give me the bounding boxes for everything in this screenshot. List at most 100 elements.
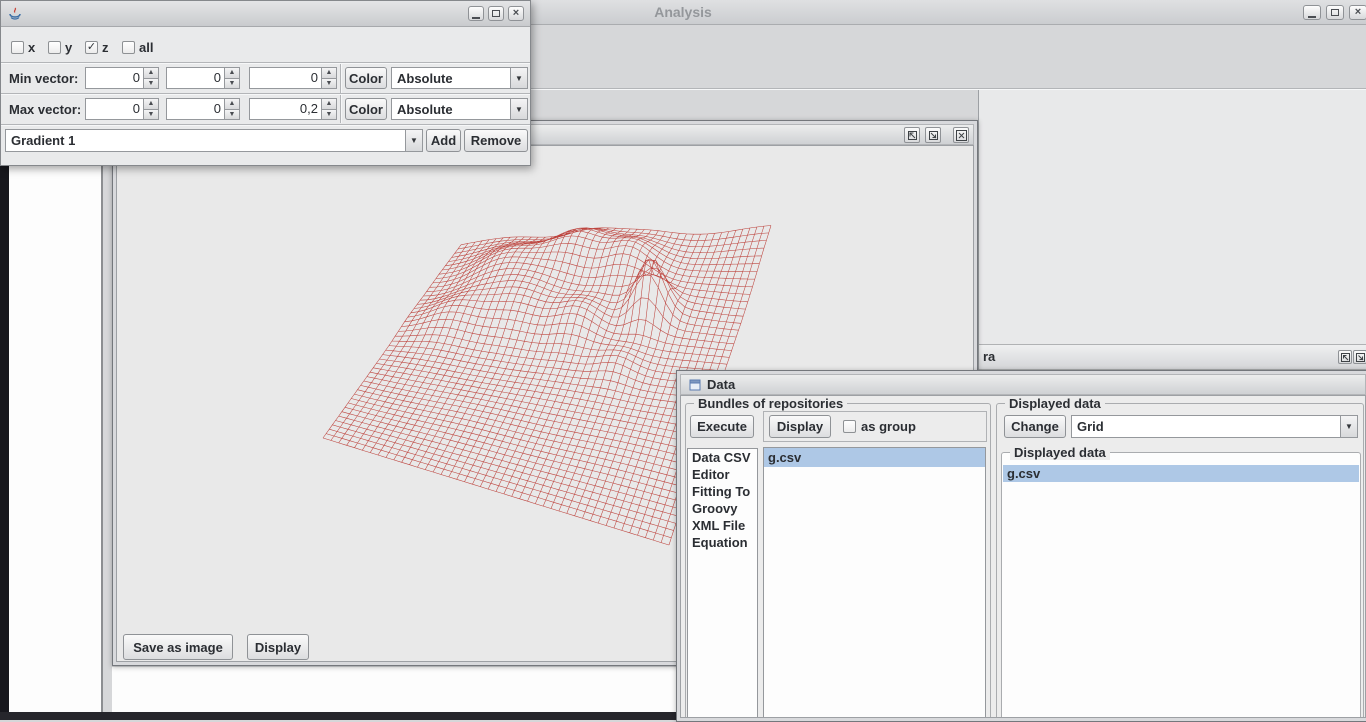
divider [1, 93, 530, 95]
axis-all-label: all [139, 40, 154, 55]
list-item[interactable]: Editor [688, 466, 757, 483]
background-frame-title: ra [983, 349, 996, 364]
background-frame: ra [978, 90, 1366, 371]
save-as-image-button[interactable]: Save as image [123, 634, 233, 660]
chevron-down-icon[interactable]: ▼ [1340, 416, 1357, 437]
file-list[interactable]: g.csv [763, 447, 986, 717]
bottom-panel [112, 667, 676, 712]
data-window-title: Data [707, 377, 736, 392]
axis-z-label: z [102, 40, 109, 55]
spinner-up-button[interactable]: ▲ [225, 68, 239, 78]
dialog-maximize-button[interactable] [488, 6, 504, 21]
close-icon: × [1354, 6, 1362, 18]
displayed-data-group-title: Displayed data [1005, 396, 1105, 411]
execute-button[interactable]: Execute [690, 415, 754, 438]
spinner-up-button[interactable]: ▲ [322, 99, 336, 109]
repository-list[interactable]: Data CSV Editor Fitting To Groovy XML Fi… [687, 448, 758, 717]
add-gradient-button[interactable]: Add [426, 129, 461, 152]
frame-restore-button[interactable] [1338, 350, 1352, 364]
window-close-button[interactable]: × [1349, 5, 1366, 20]
dialog-minimize-button[interactable] [468, 6, 484, 21]
axis-x-label: x [28, 40, 36, 55]
java-app-icon [8, 7, 22, 21]
displayed-data-list-group: Displayed data g.csv [1001, 445, 1361, 717]
divider [1, 124, 530, 126]
dialog-close-button[interactable]: × [508, 6, 524, 21]
displayed-data-list-title: Displayed data [1010, 445, 1110, 460]
max-vector-label: Max vector: [9, 102, 82, 117]
list-item[interactable]: Equation [688, 534, 757, 551]
min-vector-z-spinner[interactable]: 0 ▲ ▼ [249, 67, 337, 89]
plot-maximize-button[interactable] [925, 127, 941, 143]
spinner-down-button[interactable]: ▼ [225, 77, 239, 88]
data-display-button[interactable]: Display [769, 415, 831, 438]
plot-restore-button[interactable] [904, 127, 920, 143]
spinner-down-button[interactable]: ▼ [322, 77, 336, 88]
list-item[interactable]: XML File [688, 517, 757, 534]
spinner-down-button[interactable]: ▼ [322, 108, 336, 119]
list-item[interactable]: Data CSV [688, 449, 757, 466]
min-mode-select[interactable]: Absolute ▼ [391, 67, 528, 89]
minimize-icon [472, 16, 480, 19]
chevron-down-icon[interactable]: ▼ [405, 130, 422, 151]
left-panel [9, 166, 103, 712]
view-mode-select[interactable]: Grid ▼ [1071, 415, 1358, 438]
maximize-icon [1331, 9, 1339, 16]
background-frame-titlebar[interactable]: ra [979, 344, 1366, 370]
min-vector-label: Min vector: [9, 71, 79, 86]
plot-display-button[interactable]: Display [247, 634, 309, 660]
axis-y-checkbox[interactable] [48, 41, 61, 54]
restore-corner-icon [1340, 352, 1350, 362]
desktop: { "app": { "title": "Analysis" }, "icons… [0, 0, 1366, 722]
chevron-down-icon[interactable]: ▼ [510, 99, 527, 119]
view-mode-value: Grid [1077, 419, 1104, 434]
remove-gradient-button[interactable]: Remove [464, 129, 528, 152]
spinner-up-button[interactable]: ▲ [225, 99, 239, 109]
max-mode-select[interactable]: Absolute ▼ [391, 98, 528, 120]
dialog-titlebar[interactable]: × [1, 1, 530, 27]
axis-all-checkbox[interactable] [122, 41, 135, 54]
maximize-icon [492, 10, 500, 17]
close-box-icon [955, 129, 967, 141]
spinner-down-button[interactable]: ▼ [144, 108, 158, 119]
as-group-checkbox[interactable] [843, 420, 856, 433]
window-maximize-button[interactable] [1326, 5, 1344, 20]
change-button[interactable]: Change [1004, 415, 1066, 438]
spinner-up-button[interactable]: ▲ [322, 68, 336, 78]
list-item-selected[interactable]: g.csv [764, 448, 985, 467]
axis-z-checkbox[interactable]: ✓ [85, 41, 98, 54]
plot-close-button[interactable] [953, 127, 969, 143]
data-window-icon [689, 379, 701, 391]
divider [1, 62, 530, 64]
max-vector-x-spinner[interactable]: 0 ▲ ▼ [85, 98, 159, 120]
chevron-down-icon[interactable]: ▼ [510, 68, 527, 88]
close-icon: × [512, 7, 520, 19]
list-item[interactable]: Groovy [688, 500, 757, 517]
axis-y-label: y [65, 40, 73, 55]
spinner-down-button[interactable]: ▼ [144, 77, 158, 88]
maximize-corner-icon [928, 130, 938, 140]
data-window-content: Bundles of repositories Execute Display … [680, 395, 1366, 718]
spinner-up-button[interactable]: ▲ [144, 68, 158, 78]
frame-maximize-button[interactable] [1353, 350, 1366, 364]
max-vector-z-spinner[interactable]: 0,2 ▲ ▼ [249, 98, 337, 120]
list-item[interactable]: Fitting To [688, 483, 757, 500]
minimize-icon [1308, 15, 1316, 18]
gradient-settings-dialog: × x y ✓ z all Min vector: 0 ▲ ▼ 0 ▲ ▼ 0 ▲ ▼… [0, 0, 531, 166]
min-vector-x-spinner[interactable]: 0 ▲ ▼ [85, 67, 159, 89]
bottom-frame-border [0, 712, 676, 720]
axis-x-checkbox[interactable] [11, 41, 24, 54]
restore-corner-icon [907, 130, 917, 140]
window-minimize-button[interactable] [1303, 5, 1321, 20]
max-vector-y-spinner[interactable]: 0 ▲ ▼ [166, 98, 240, 120]
list-item-selected[interactable]: g.csv [1003, 465, 1359, 482]
as-group-label: as group [861, 419, 916, 434]
max-color-button[interactable]: Color [345, 98, 387, 120]
maximize-corner-icon [1355, 352, 1365, 362]
data-window-titlebar[interactable]: Data [680, 374, 1366, 395]
gradient-select[interactable]: Gradient 1 ▼ [5, 129, 423, 152]
min-color-button[interactable]: Color [345, 67, 387, 89]
spinner-up-button[interactable]: ▲ [144, 99, 158, 109]
spinner-down-button[interactable]: ▼ [225, 108, 239, 119]
min-vector-y-spinner[interactable]: 0 ▲ ▼ [166, 67, 240, 89]
